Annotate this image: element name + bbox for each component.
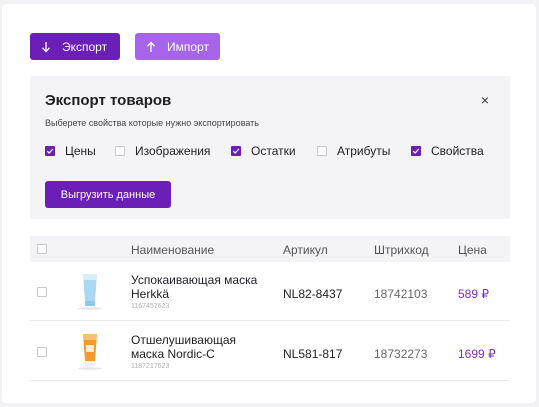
product-id: 1187217623	[131, 363, 170, 370]
arrow-up-icon	[144, 40, 158, 54]
option-label: Цены	[65, 144, 96, 158]
option-attributes[interactable]: Атрибуты	[317, 144, 411, 158]
row-checkbox[interactable]	[37, 347, 47, 357]
option-label: Изображения	[135, 144, 211, 158]
table-row[interactable]: Успокаивающая маска Herkkä 1167457623 NL…	[30, 262, 510, 321]
option-label: Остатки	[251, 144, 296, 158]
checkbox-unchecked[interactable]	[317, 146, 327, 156]
export-card: Экспорт Импорт Экспорт товаров × Выберет…	[2, 4, 536, 403]
checkbox-checked[interactable]	[45, 146, 55, 156]
column-sku[interactable]: Артикул	[283, 243, 328, 257]
product-barcode: 18742103	[374, 287, 428, 301]
product-price: 589 ₽	[458, 287, 489, 301]
option-label: Свойства	[431, 144, 484, 158]
row-checkbox[interactable]	[37, 287, 47, 297]
column-name[interactable]: Наименование	[131, 243, 214, 257]
column-price[interactable]: Цена	[458, 243, 487, 257]
panel-title: Экспорт товаров	[45, 92, 172, 109]
checkbox-checked[interactable]	[231, 146, 241, 156]
option-label: Атрибуты	[337, 144, 391, 158]
export-panel: Экспорт товаров × Выберете свойства кото…	[30, 76, 510, 219]
export-button-label: Экспорт	[62, 39, 108, 54]
export-button[interactable]: Экспорт	[30, 33, 120, 60]
product-sku: NL82-8437	[283, 287, 343, 301]
blue-tube-icon	[75, 271, 105, 311]
option-images[interactable]: Изображения	[115, 144, 231, 158]
option-properties[interactable]: Свойства	[411, 144, 501, 158]
table-row[interactable]: Отшелушивающая маска Nordic-C 1187217623…	[30, 322, 510, 381]
table-header: Наименование Артикул Штрихкод Цена	[30, 236, 510, 262]
product-name[interactable]: Успокаивающая маска Herkkä	[131, 273, 266, 301]
close-icon[interactable]: ×	[478, 93, 492, 107]
option-stock[interactable]: Остатки	[231, 144, 317, 158]
download-data-button[interactable]: Выгрузить данные	[45, 181, 171, 208]
product-sku: NL581-817	[283, 347, 343, 361]
checkbox-checked[interactable]	[411, 146, 421, 156]
import-button[interactable]: Импорт	[135, 33, 220, 60]
select-all-checkbox[interactable]	[37, 244, 47, 254]
product-price: 1699 ₽	[458, 347, 496, 361]
column-barcode[interactable]: Штрихкод	[374, 243, 429, 257]
product-barcode: 18732273	[374, 347, 428, 361]
orange-tube-icon	[75, 331, 105, 371]
product-id: 1167457623	[131, 303, 170, 310]
product-name[interactable]: Отшелушивающая маска Nordic-C	[131, 333, 266, 361]
arrow-down-icon	[39, 40, 53, 54]
panel-subtitle: Выберете свойства которые нужно экспорти…	[45, 118, 259, 128]
import-button-label: Импорт	[167, 39, 209, 54]
option-prices[interactable]: Цены	[45, 144, 115, 158]
export-options: Цены Изображения Остатки Атрибуты Свойст…	[45, 144, 501, 158]
checkbox-unchecked[interactable]	[115, 146, 125, 156]
